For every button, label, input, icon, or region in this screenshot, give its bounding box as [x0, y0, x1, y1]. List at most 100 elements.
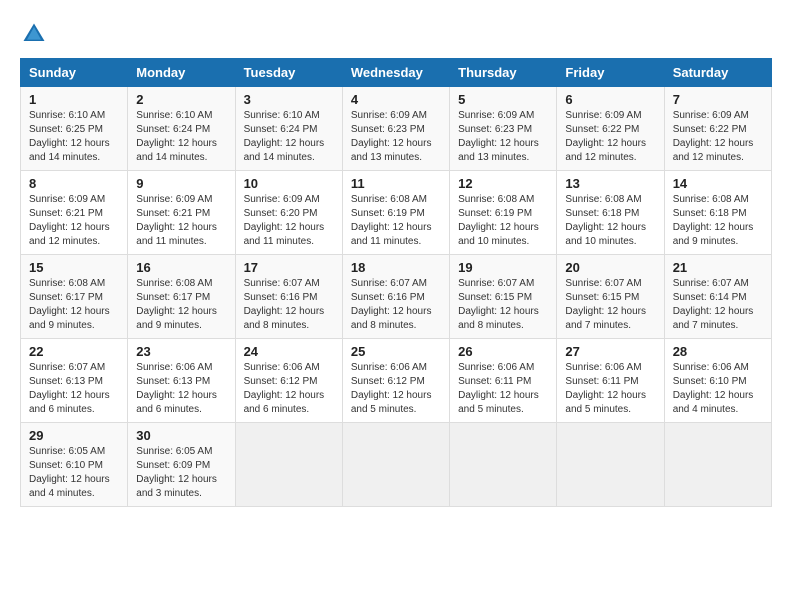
day-number: 23	[136, 344, 226, 359]
day-cell-6: 6 Sunrise: 6:09 AM Sunset: 6:22 PM Daylig…	[557, 87, 664, 171]
day-number: 12	[458, 176, 548, 191]
day-number: 3	[244, 92, 334, 107]
day-number: 30	[136, 428, 226, 443]
day-cell-13: 13Sunrise: 6:08 AM Sunset: 6:18 PM Dayli…	[557, 171, 664, 255]
day-info: Sunrise: 6:09 AM Sunset: 6:21 PM Dayligh…	[136, 193, 226, 249]
day-cell-11: 11 Sunrise: 6:08 AM Sunset: 6:19 PM Dayli…	[342, 171, 449, 255]
day-cell-21: 21Sunrise: 6:07 AM Sunset: 6:14 PM Dayli…	[664, 255, 771, 339]
day-cell-22: 22 Sunrise: 6:07 AM Sunset: 6:13 PM Dayli…	[21, 339, 128, 423]
day-info: Sunrise: 6:08 AM Sunset: 6:19 PM Dayligh…	[458, 193, 548, 249]
day-info: Sunrise: 6:09 AM Sunset: 6:23 PM Dayligh…	[458, 109, 548, 165]
day-info: Sunrise: 6:08 AM Sunset: 6:18 PM Dayligh…	[673, 193, 763, 249]
day-number: 9	[136, 176, 226, 191]
calendar-week-4: 22 Sunrise: 6:07 AM Sunset: 6:13 PM Dayli…	[21, 339, 772, 423]
logo-icon	[20, 20, 48, 48]
day-cell-20: 20 Sunrise: 6:07 AM Sunset: 6:15 PM Dayli…	[557, 255, 664, 339]
day-cell-9: 9 Sunrise: 6:09 AM Sunset: 6:21 PM Daylig…	[128, 171, 235, 255]
calendar-week-5: 29 Sunrise: 6:05 AM Sunset: 6:10 PM Dayli…	[21, 423, 772, 507]
day-cell-26: 26 Sunrise: 6:06 AM Sunset: 6:11 PM Dayli…	[450, 339, 557, 423]
day-cell-14: 14Sunrise: 6:08 AM Sunset: 6:18 PM Dayli…	[664, 171, 771, 255]
calendar-week-3: 15Sunrise: 6:08 AM Sunset: 6:17 PM Dayli…	[21, 255, 772, 339]
day-cell-16: 16 Sunrise: 6:08 AM Sunset: 6:17 PM Dayli…	[128, 255, 235, 339]
day-info: Sunrise: 6:07 AM Sunset: 6:15 PM Dayligh…	[458, 277, 548, 333]
empty-cell	[235, 423, 342, 507]
day-info: Sunrise: 6:08 AM Sunset: 6:17 PM Dayligh…	[29, 277, 119, 333]
day-cell-8: 8 Sunrise: 6:09 AM Sunset: 6:21 PM Daylig…	[21, 171, 128, 255]
header-thursday: Thursday	[450, 59, 557, 87]
empty-cell	[557, 423, 664, 507]
day-number: 21	[673, 260, 763, 275]
day-number: 11	[351, 176, 441, 191]
header-sunday: Sunday	[21, 59, 128, 87]
day-number: 4	[351, 92, 441, 107]
empty-cell	[342, 423, 449, 507]
day-number: 26	[458, 344, 548, 359]
day-info: Sunrise: 6:09 AM Sunset: 6:23 PM Dayligh…	[351, 109, 441, 165]
day-info: Sunrise: 6:07 AM Sunset: 6:13 PM Dayligh…	[29, 361, 119, 417]
logo	[20, 20, 52, 48]
day-number: 10	[244, 176, 334, 191]
header-wednesday: Wednesday	[342, 59, 449, 87]
day-cell-2: 2 Sunrise: 6:10 AM Sunset: 6:24 PM Daylig…	[128, 87, 235, 171]
day-cell-10: 10 Sunrise: 6:09 AM Sunset: 6:20 PM Dayli…	[235, 171, 342, 255]
day-cell-1: 1 Sunrise: 6:10 AM Sunset: 6:25 PM Daylig…	[21, 87, 128, 171]
day-info: Sunrise: 6:06 AM Sunset: 6:12 PM Dayligh…	[351, 361, 441, 417]
day-info: Sunrise: 6:06 AM Sunset: 6:13 PM Dayligh…	[136, 361, 226, 417]
header-tuesday: Tuesday	[235, 59, 342, 87]
day-info: Sunrise: 6:06 AM Sunset: 6:11 PM Dayligh…	[565, 361, 655, 417]
day-info: Sunrise: 6:10 AM Sunset: 6:24 PM Dayligh…	[136, 109, 226, 165]
day-number: 7	[673, 92, 763, 107]
day-number: 17	[244, 260, 334, 275]
day-info: Sunrise: 6:09 AM Sunset: 6:22 PM Dayligh…	[565, 109, 655, 165]
header-monday: Monday	[128, 59, 235, 87]
calendar-week-1: 1 Sunrise: 6:10 AM Sunset: 6:25 PM Daylig…	[21, 87, 772, 171]
day-info: Sunrise: 6:08 AM Sunset: 6:18 PM Dayligh…	[565, 193, 655, 249]
day-info: Sunrise: 6:07 AM Sunset: 6:15 PM Dayligh…	[565, 277, 655, 333]
day-number: 1	[29, 92, 119, 107]
day-info: Sunrise: 6:10 AM Sunset: 6:25 PM Dayligh…	[29, 109, 119, 165]
day-number: 18	[351, 260, 441, 275]
day-info: Sunrise: 6:06 AM Sunset: 6:12 PM Dayligh…	[244, 361, 334, 417]
day-info: Sunrise: 6:09 AM Sunset: 6:20 PM Dayligh…	[244, 193, 334, 249]
day-info: Sunrise: 6:05 AM Sunset: 6:10 PM Dayligh…	[29, 445, 119, 501]
empty-cell	[664, 423, 771, 507]
day-number: 20	[565, 260, 655, 275]
day-cell-18: 18 Sunrise: 6:07 AM Sunset: 6:16 PM Dayli…	[342, 255, 449, 339]
day-number: 19	[458, 260, 548, 275]
day-cell-24: 24 Sunrise: 6:06 AM Sunset: 6:12 PM Dayli…	[235, 339, 342, 423]
day-cell-4: 4 Sunrise: 6:09 AM Sunset: 6:23 PM Daylig…	[342, 87, 449, 171]
day-cell-5: 5 Sunrise: 6:09 AM Sunset: 6:23 PM Daylig…	[450, 87, 557, 171]
day-cell-23: 23 Sunrise: 6:06 AM Sunset: 6:13 PM Dayli…	[128, 339, 235, 423]
day-info: Sunrise: 6:05 AM Sunset: 6:09 PM Dayligh…	[136, 445, 226, 501]
day-info: Sunrise: 6:09 AM Sunset: 6:21 PM Dayligh…	[29, 193, 119, 249]
page-header	[20, 20, 772, 48]
day-cell-19: 19 Sunrise: 6:07 AM Sunset: 6:15 PM Dayli…	[450, 255, 557, 339]
day-number: 24	[244, 344, 334, 359]
day-info: Sunrise: 6:07 AM Sunset: 6:16 PM Dayligh…	[351, 277, 441, 333]
day-number: 28	[673, 344, 763, 359]
day-number: 2	[136, 92, 226, 107]
header-saturday: Saturday	[664, 59, 771, 87]
header-friday: Friday	[557, 59, 664, 87]
calendar-week-2: 8 Sunrise: 6:09 AM Sunset: 6:21 PM Daylig…	[21, 171, 772, 255]
day-cell-15: 15Sunrise: 6:08 AM Sunset: 6:17 PM Dayli…	[21, 255, 128, 339]
day-cell-30: 30 Sunrise: 6:05 AM Sunset: 6:09 PM Dayli…	[128, 423, 235, 507]
day-info: Sunrise: 6:06 AM Sunset: 6:10 PM Dayligh…	[673, 361, 763, 417]
day-number: 5	[458, 92, 548, 107]
day-info: Sunrise: 6:07 AM Sunset: 6:16 PM Dayligh…	[244, 277, 334, 333]
day-number: 29	[29, 428, 119, 443]
day-info: Sunrise: 6:09 AM Sunset: 6:22 PM Dayligh…	[673, 109, 763, 165]
day-cell-25: 25 Sunrise: 6:06 AM Sunset: 6:12 PM Dayli…	[342, 339, 449, 423]
day-info: Sunrise: 6:08 AM Sunset: 6:17 PM Dayligh…	[136, 277, 226, 333]
day-number: 6	[565, 92, 655, 107]
day-info: Sunrise: 6:06 AM Sunset: 6:11 PM Dayligh…	[458, 361, 548, 417]
day-cell-17: 17 Sunrise: 6:07 AM Sunset: 6:16 PM Dayli…	[235, 255, 342, 339]
day-number: 22	[29, 344, 119, 359]
day-cell-7: 7 Sunrise: 6:09 AM Sunset: 6:22 PM Daylig…	[664, 87, 771, 171]
day-cell-27: 27Sunrise: 6:06 AM Sunset: 6:11 PM Dayli…	[557, 339, 664, 423]
day-number: 8	[29, 176, 119, 191]
day-number: 16	[136, 260, 226, 275]
day-info: Sunrise: 6:08 AM Sunset: 6:19 PM Dayligh…	[351, 193, 441, 249]
day-number: 25	[351, 344, 441, 359]
day-cell-29: 29 Sunrise: 6:05 AM Sunset: 6:10 PM Dayli…	[21, 423, 128, 507]
